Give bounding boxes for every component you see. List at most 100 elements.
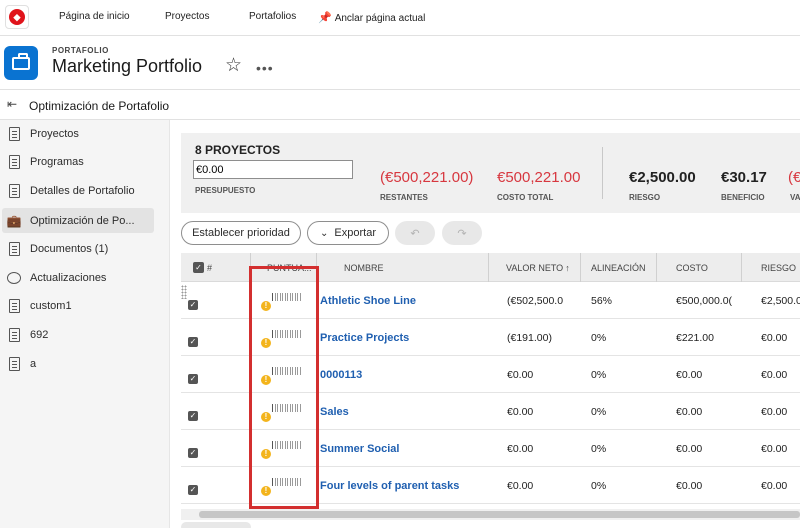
table-row[interactable]: ✓! Athletic Shoe Line (€502,500.0 56% €500,0…: [181, 282, 800, 319]
scrollbar-thumb[interactable]: [199, 511, 800, 518]
project-name-link[interactable]: Athletic Shoe Line: [320, 295, 416, 307]
budget-label: PRESUPUESTO: [195, 186, 256, 195]
alignment-cell: 0%: [591, 368, 607, 381]
page-header: PORTAFOLIO Marketing Portfolio ☆ •••: [0, 36, 800, 90]
header-select-all[interactable]: ✓ #: [193, 253, 212, 282]
column-divider[interactable]: [488, 253, 489, 282]
budget-input[interactable]: [193, 160, 353, 179]
risk-cell: €0.00: [761, 368, 788, 381]
header-risk[interactable]: RIESGO: [761, 253, 796, 282]
score-bars: [272, 477, 301, 486]
custom-page-icon: [6, 298, 22, 314]
project-name-link[interactable]: Summer Social: [320, 443, 399, 455]
table-row[interactable]: ✓! Practice Projects (€191.00) 0% €221.00 €0.…: [181, 319, 800, 356]
sidebar-item-label: Actualizaciones: [30, 271, 107, 284]
section-bar: ⇤ Optimización de Portafolio: [0, 90, 800, 120]
cost-cell: €0.00: [676, 479, 703, 492]
row-select-cell[interactable]: ✓: [188, 323, 198, 360]
undo-button[interactable]: ↶: [395, 221, 435, 245]
sidebar-item-a[interactable]: a: [2, 351, 154, 376]
redo-button[interactable]: ↷: [442, 221, 482, 245]
header-score[interactable]: PUNTUA...: [267, 253, 312, 282]
sidebar-item-label: Documentos (1): [30, 242, 109, 255]
row-checkbox[interactable]: ✓: [188, 336, 198, 347]
more-options-icon[interactable]: •••: [256, 60, 274, 76]
set-priority-button[interactable]: Establecer prioridad: [181, 221, 301, 245]
row-select-cell[interactable]: ✓: [188, 286, 198, 323]
header-net-value-label: VALOR NETO: [506, 262, 564, 273]
cost-cell: €221.00: [676, 331, 714, 344]
row-select-cell[interactable]: ✓: [188, 471, 198, 508]
net-value-cell: (€502,500.0: [507, 294, 564, 307]
name-cell[interactable]: Sales: [320, 393, 349, 430]
table-row[interactable]: ✓! Summer Social €0.00 0% €0.00 €0.00: [181, 430, 800, 467]
header-cost[interactable]: COSTO: [676, 253, 708, 282]
table-row[interactable]: ✓! 0000113 €0.00 0% €0.00 €0.00: [181, 356, 800, 393]
collapse-sidebar-icon[interactable]: ⇤: [7, 97, 17, 111]
sidebar-item-optimizer[interactable]: 💼 Optimización de Po...: [2, 208, 154, 233]
score-cell: !: [261, 319, 301, 356]
column-divider[interactable]: [741, 253, 742, 282]
name-cell[interactable]: Summer Social: [320, 430, 399, 467]
risk-cell: €2,500.0: [761, 294, 800, 307]
row-checkbox[interactable]: ✓: [188, 484, 198, 495]
name-cell[interactable]: Athletic Shoe Line: [320, 282, 416, 319]
nav-home-link[interactable]: Página de inicio: [59, 11, 130, 22]
header-net-value[interactable]: VALOR NETO ↑: [506, 253, 570, 282]
sidebar-item-custom1[interactable]: custom1: [2, 293, 154, 318]
export-button[interactable]: ⌄ Exportar: [307, 221, 389, 245]
custom-page-icon: [6, 327, 22, 343]
sidebar-item-label: Optimización de Po...: [30, 214, 135, 227]
pin-icon: 📌: [318, 12, 332, 24]
sidebar-item-692[interactable]: 692: [2, 322, 154, 347]
row-select-cell[interactable]: ✓: [188, 434, 198, 471]
remaining-label: RESTANTES: [380, 193, 428, 202]
risk-cell: €0.00: [761, 405, 788, 418]
row-checkbox[interactable]: ✓: [188, 447, 198, 458]
pin-page-label: Anclar página actual: [334, 13, 426, 24]
table-row[interactable]: ✓! Four levels of parent tasks €0.00 0% €0.0…: [181, 467, 800, 504]
column-divider[interactable]: [316, 253, 317, 282]
row-select-cell[interactable]: ✓: [188, 360, 198, 397]
app-logo[interactable]: ◆: [5, 5, 29, 29]
custom-page-icon: [6, 356, 22, 372]
sidebar-item-programs[interactable]: Programas: [2, 149, 154, 174]
table-row[interactable]: ✓! Sales €0.00 0% €0.00 €0.00: [181, 393, 800, 430]
bottom-control[interactable]: [181, 522, 251, 528]
pin-page-button[interactable]: 📌 Anclar página actual: [318, 11, 425, 24]
sidebar-item-details[interactable]: Detalles de Portafolio: [2, 178, 154, 203]
nav-projects-link[interactable]: Proyectos: [165, 11, 209, 22]
sidebar-item-label: 692: [30, 328, 49, 341]
name-cell[interactable]: Four levels of parent tasks: [320, 467, 459, 504]
project-name-link[interactable]: Practice Projects: [320, 332, 409, 344]
project-name-link[interactable]: Four levels of parent tasks: [320, 480, 459, 492]
project-name-link[interactable]: 0000113: [320, 369, 362, 381]
column-divider[interactable]: [656, 253, 657, 282]
name-cell[interactable]: 0000113: [320, 356, 362, 393]
column-divider[interactable]: [250, 253, 251, 282]
nav-portfolios-link[interactable]: Portafolios: [249, 11, 296, 22]
row-checkbox[interactable]: ✓: [188, 373, 198, 384]
header-name[interactable]: NOMBRE: [344, 253, 384, 282]
sidebar-item-documents[interactable]: Documentos (1): [2, 236, 154, 261]
benefit-label: BENEFICIO: [721, 193, 765, 202]
warning-icon: !: [261, 411, 271, 422]
column-divider[interactable]: [580, 253, 581, 282]
sidebar-item-updates[interactable]: Actualizaciones: [2, 265, 154, 290]
row-checkbox[interactable]: ✓: [188, 410, 198, 421]
select-all-checkbox[interactable]: ✓: [193, 262, 204, 273]
risk-value: €2,500.00: [629, 169, 696, 186]
project-name-link[interactable]: Sales: [320, 406, 349, 418]
row-select-cell[interactable]: ✓: [188, 397, 198, 434]
name-cell[interactable]: Practice Projects: [320, 319, 409, 356]
sidebar-item-projects[interactable]: Proyectos: [2, 121, 154, 146]
score-cell: !: [261, 393, 301, 430]
documents-icon: [6, 241, 22, 257]
header-alignment[interactable]: ALINEACIÓN: [591, 253, 646, 282]
score-cell: !: [261, 282, 301, 319]
score-cell: !: [261, 467, 301, 504]
horizontal-scrollbar[interactable]: [181, 509, 800, 520]
favorite-star-icon[interactable]: ☆: [225, 56, 242, 75]
row-checkbox[interactable]: ✓: [188, 299, 198, 310]
portfolio-icon: [4, 46, 38, 80]
